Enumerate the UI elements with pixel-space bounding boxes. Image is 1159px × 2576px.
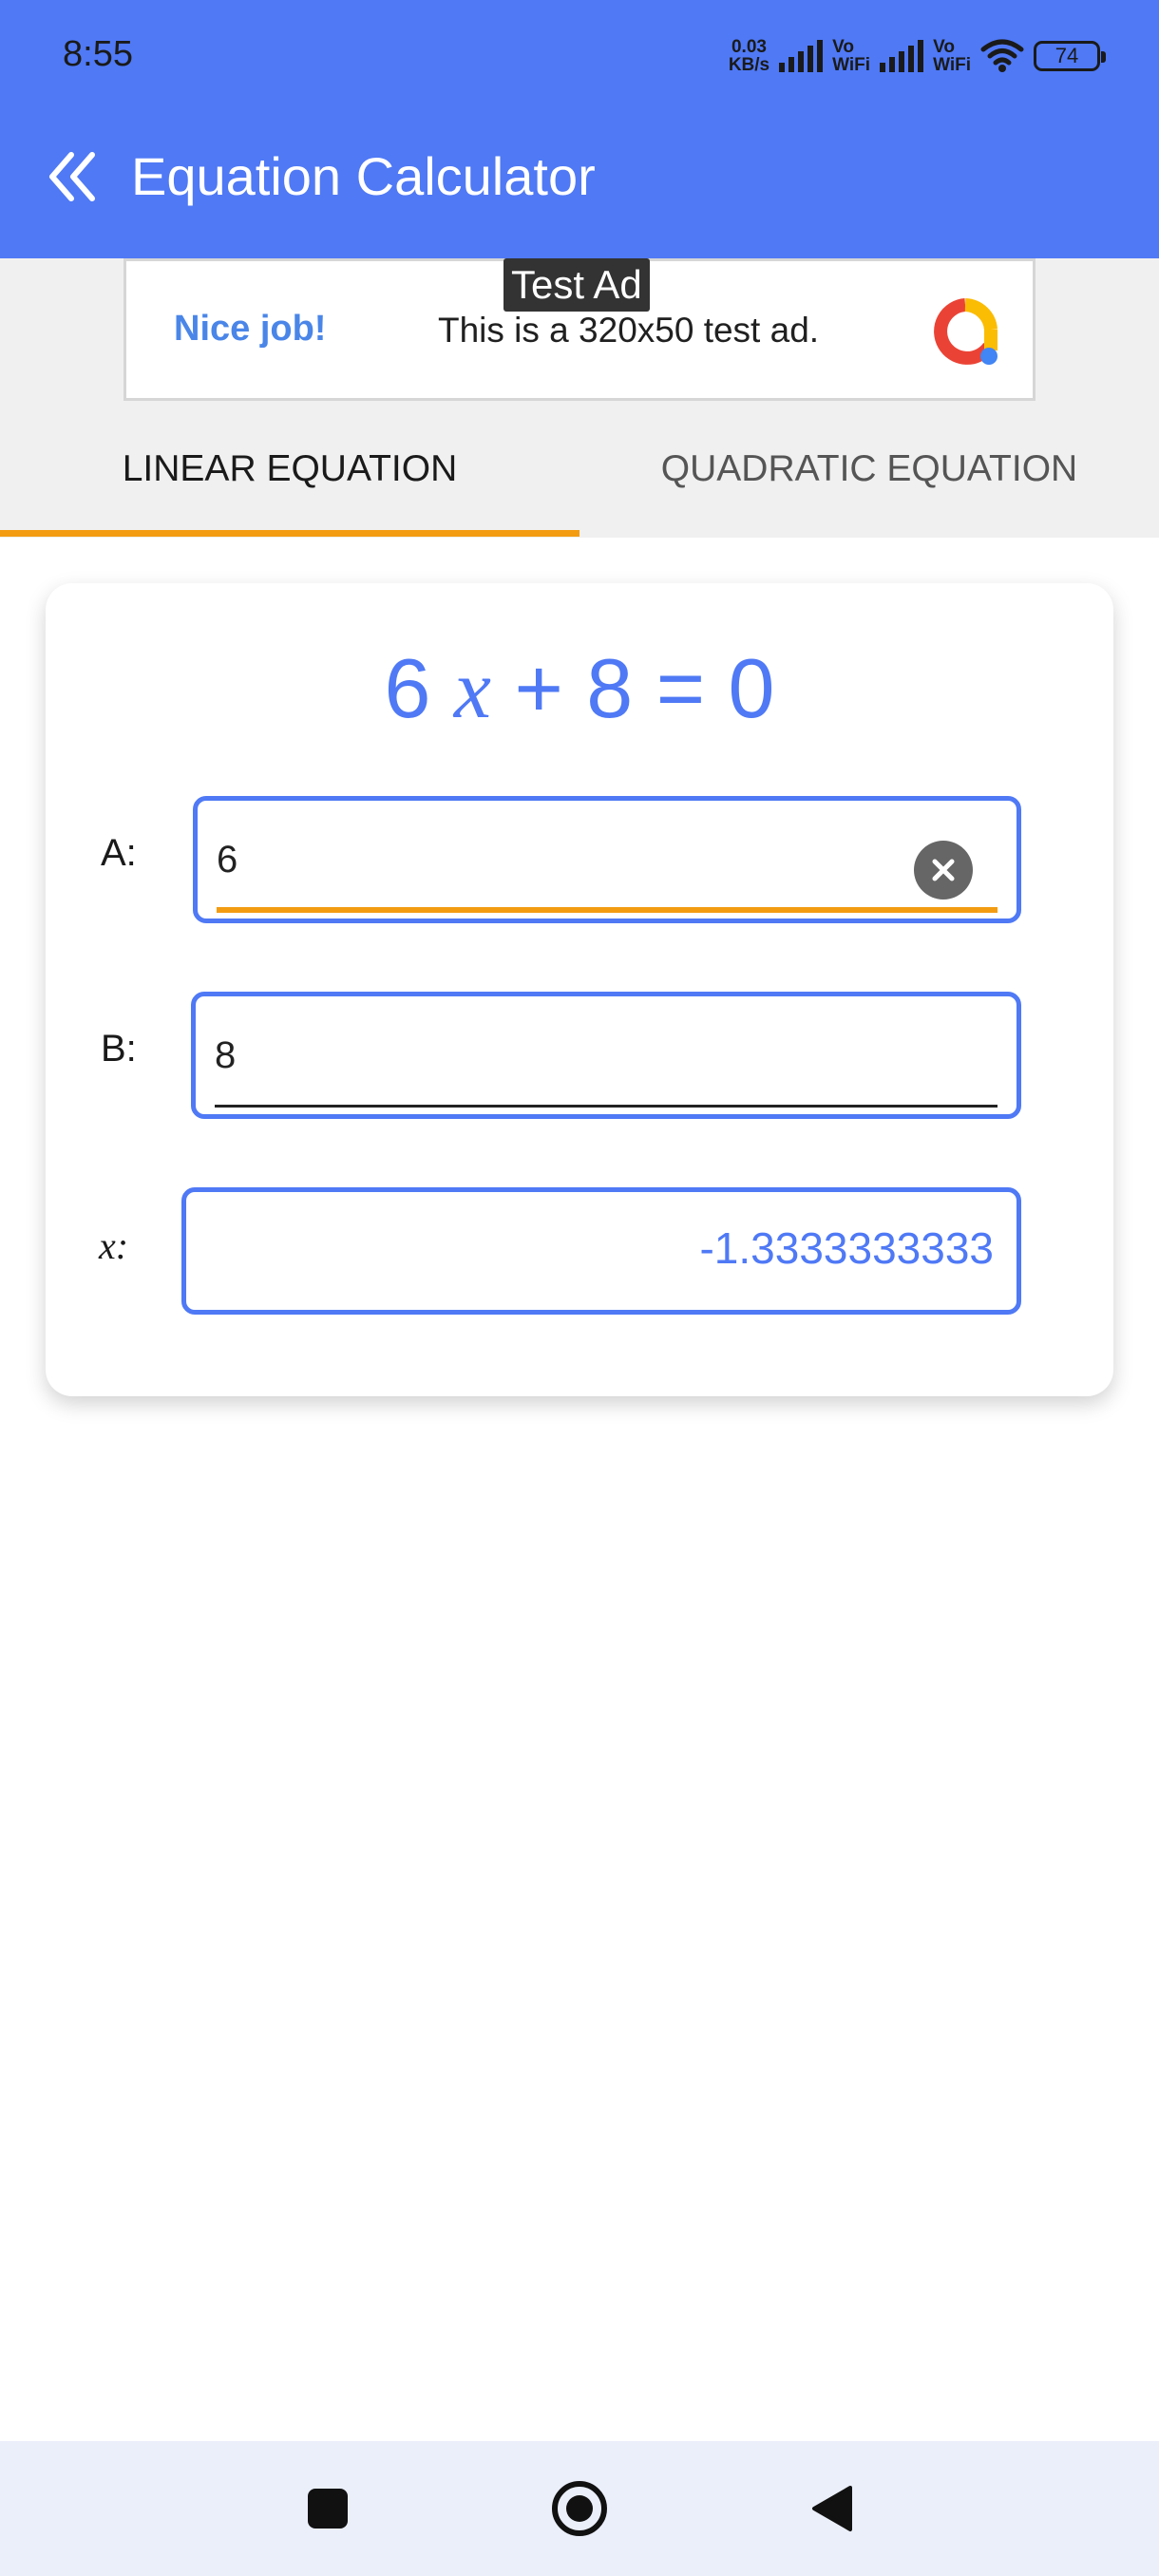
- equation-b: 8: [586, 641, 634, 735]
- equation-equals: =: [656, 641, 706, 735]
- app-bar: Equation Calculator: [0, 97, 1159, 258]
- vowifi-indicator-2: Vo WiFi: [933, 37, 971, 75]
- equation-plus: +: [514, 641, 563, 735]
- input-b-underline: [215, 1105, 998, 1108]
- clear-a-button[interactable]: [914, 841, 973, 900]
- field-b-box: 8: [191, 992, 1021, 1119]
- status-time: 8:55: [63, 34, 133, 74]
- field-x-box: -1.3333333333: [181, 1187, 1021, 1315]
- network-speed: 0.03 KB/s: [728, 37, 770, 75]
- status-icons: 0.03 KB/s Vo WiFi Vo WiFi 74: [728, 32, 1106, 80]
- circle-icon: [552, 2481, 607, 2536]
- result-x: -1.3333333333: [699, 1223, 994, 1273]
- vowifi-indicator: Vo WiFi: [832, 37, 871, 75]
- equation-variable: x: [453, 644, 491, 736]
- test-ad-label: Test Ad: [504, 258, 650, 312]
- input-b[interactable]: 8: [215, 1034, 236, 1077]
- input-a[interactable]: 6: [217, 839, 238, 881]
- label-x: x:: [99, 1224, 129, 1267]
- square-icon: [308, 2489, 348, 2529]
- calculator-card: 6 x + 8 = 0 A: 6 B: 8 x: -1.3333333333: [46, 583, 1113, 1396]
- tab-quadratic-equation[interactable]: QUADRATIC EQUATION: [580, 401, 1159, 538]
- page-title: Equation Calculator: [131, 146, 596, 206]
- field-a-box: 6: [193, 796, 1021, 923]
- equation-rhs: 0: [728, 641, 775, 735]
- ad-area: Nice job! This is a 320x50 test ad. Test…: [0, 258, 1159, 401]
- tab-linear-equation[interactable]: LINEAR EQUATION: [0, 401, 580, 538]
- equation-a: 6: [384, 641, 431, 735]
- system-nav-bar: [0, 2441, 1159, 2576]
- back-button[interactable]: [34, 139, 110, 215]
- nav-back-button[interactable]: [798, 2475, 864, 2542]
- input-a-underline: [217, 907, 998, 913]
- status-bar: 8:55 0.03 KB/s Vo WiFi Vo WiFi 74: [0, 0, 1159, 97]
- tab-indicator: [0, 530, 580, 537]
- label-a: A:: [101, 832, 137, 874]
- close-icon: [932, 859, 955, 881]
- recents-button[interactable]: [294, 2475, 361, 2542]
- double-chevron-left-icon: [49, 152, 95, 201]
- signal-icon-2: [880, 40, 924, 72]
- ad-headline[interactable]: Nice job!: [174, 309, 326, 350]
- label-b: B:: [101, 1028, 137, 1070]
- ad-text[interactable]: This is a 320x50 test ad.: [438, 311, 819, 350]
- battery-icon: 74: [1034, 41, 1106, 71]
- ad-logo-icon[interactable]: [930, 297, 1000, 368]
- triangle-back-icon: [812, 2486, 852, 2531]
- tab-bar: LINEAR EQUATION QUADRATIC EQUATION: [0, 401, 1159, 538]
- home-button[interactable]: [546, 2475, 613, 2542]
- wifi-icon: [980, 39, 1024, 72]
- signal-icon: [779, 40, 824, 72]
- equation-display: 6 x + 8 = 0: [46, 640, 1113, 738]
